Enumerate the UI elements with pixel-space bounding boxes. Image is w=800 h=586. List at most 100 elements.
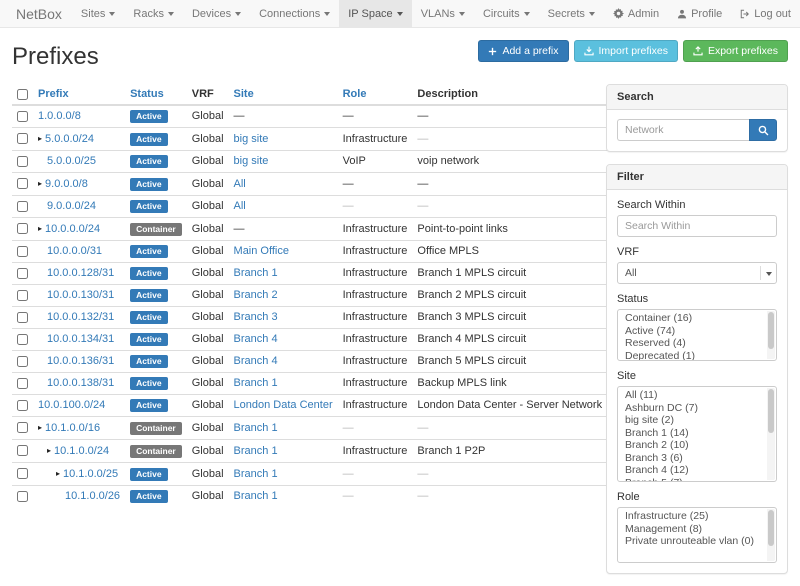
nav-item-circuits[interactable]: Circuits [474, 0, 539, 27]
search-button[interactable] [749, 119, 777, 141]
site-link[interactable]: All [234, 200, 246, 212]
nav-item-sites[interactable]: Sites [72, 0, 124, 27]
sort-link-role[interactable]: Role [343, 88, 367, 100]
site-link[interactable]: Branch 1 [234, 422, 278, 434]
add-a-prefix-button[interactable]: Add a prefix [478, 40, 568, 62]
site-link[interactable]: London Data Center [234, 399, 333, 411]
prefix-cell: 10.1.0.0/26 [33, 486, 125, 508]
site-listbox[interactable]: All (11)Ashburn DC (7)big site (2)Branch… [617, 386, 777, 482]
prefix-link[interactable]: 10.0.0.128/31 [47, 267, 114, 279]
row-checkbox[interactable] [17, 378, 28, 389]
row-checkbox[interactable] [17, 201, 28, 212]
site-link[interactable]: Branch 1 [234, 267, 278, 279]
prefix-link[interactable]: 1.0.0.0/8 [38, 110, 81, 122]
prefix-link[interactable]: 10.0.0.136/31 [47, 355, 114, 367]
prefix-link[interactable]: 10.0.0.0/24 [45, 223, 100, 235]
row-checkbox[interactable] [17, 290, 28, 301]
row-checkbox[interactable] [17, 334, 28, 345]
scrollbar[interactable] [767, 388, 775, 480]
nav-item-admin[interactable]: Admin [604, 0, 668, 27]
prefix-link[interactable]: 10.0.0.138/31 [47, 377, 114, 389]
scrollbar[interactable] [767, 509, 775, 561]
prefix-link[interactable]: 5.0.0.0/24 [45, 133, 94, 145]
scrollbar-thumb[interactable] [768, 312, 774, 349]
scrollbar-thumb[interactable] [768, 389, 774, 433]
nav-item-ip-space[interactable]: IP Space [339, 0, 411, 27]
status-option[interactable]: Reserved (4) [625, 338, 764, 351]
scrollbar-thumb[interactable] [768, 510, 774, 546]
empty-value: — [417, 422, 428, 434]
site-link[interactable]: Branch 1 [234, 490, 278, 502]
prefix-cell: 10.0.0.134/31 [33, 329, 125, 351]
row-checkbox[interactable] [17, 178, 28, 189]
status-option[interactable]: Container (16) [625, 313, 764, 326]
site-link[interactable]: Branch 1 [234, 445, 278, 457]
prefix-link[interactable]: 10.0.100.0/24 [38, 399, 105, 411]
row-checkbox[interactable] [17, 223, 28, 234]
site-link[interactable]: Branch 3 [234, 311, 278, 323]
row-checkbox[interactable] [17, 468, 28, 479]
row-checkbox[interactable] [17, 312, 28, 323]
sort-link-prefix[interactable]: Prefix [38, 88, 69, 100]
row-checkbox[interactable] [17, 268, 28, 279]
row-checkbox[interactable] [17, 422, 28, 433]
row-checkbox[interactable] [17, 356, 28, 367]
prefix-link[interactable]: 10.1.0.0/25 [63, 468, 118, 480]
row-checkbox[interactable] [17, 491, 28, 502]
site-link[interactable]: Branch 2 [234, 289, 278, 301]
nav-item-racks[interactable]: Racks [124, 0, 183, 27]
prefix-link[interactable]: 10.0.0.130/31 [47, 289, 114, 301]
nav-item-secrets[interactable]: Secrets [539, 0, 604, 27]
sort-link-site[interactable]: Site [234, 88, 254, 100]
prefix-link[interactable]: 10.0.0.132/31 [47, 311, 114, 323]
select-all-checkbox[interactable] [17, 89, 28, 100]
scrollbar[interactable] [767, 311, 775, 359]
prefix-link[interactable]: 10.1.0.0/24 [54, 445, 109, 457]
nav-item-log-out[interactable]: Log out [731, 0, 800, 27]
site-option[interactable]: Branch 2 (10) [625, 440, 764, 453]
prefix-link[interactable]: 9.0.0.0/8 [45, 178, 88, 190]
site-link[interactable]: Branch 4 [234, 333, 278, 345]
row-checkbox[interactable] [17, 445, 28, 456]
site-link[interactable]: Branch 1 [234, 377, 278, 389]
prefix-link[interactable]: 9.0.0.0/24 [47, 200, 96, 212]
export-prefixes-button[interactable]: Export prefixes [683, 40, 788, 62]
role-listbox[interactable]: Infrastructure (25)Management (8)Private… [617, 507, 777, 563]
vrf-select[interactable]: All [617, 262, 777, 284]
import-icon [584, 46, 594, 56]
nav-item-devices[interactable]: Devices [183, 0, 250, 27]
site-link[interactable]: big site [234, 155, 269, 167]
search-within-input[interactable] [617, 215, 777, 237]
site-link[interactable]: Branch 4 [234, 355, 278, 367]
sort-link-status[interactable]: Status [130, 88, 164, 100]
prefix-link[interactable]: 5.0.0.0/25 [47, 155, 96, 167]
role-option[interactable]: Infrastructure (25) [625, 511, 764, 524]
status-option[interactable]: Deprecated (1) [625, 351, 764, 362]
brand-link[interactable]: NetBox [6, 0, 72, 27]
site-option[interactable]: Branch 4 (12) [625, 465, 764, 478]
prefix-link[interactable]: 10.1.0.0/26 [65, 490, 120, 502]
site-option[interactable]: Branch 5 (7) [625, 478, 764, 483]
role-option[interactable]: Management (8) [625, 524, 764, 537]
prefix-link[interactable]: 10.1.0.0/16 [45, 422, 100, 434]
row-checkbox[interactable] [17, 246, 28, 257]
search-input[interactable] [617, 119, 749, 141]
site-link[interactable]: Branch 1 [234, 468, 278, 480]
site-link[interactable]: Main Office [234, 245, 289, 257]
prefix-link[interactable]: 10.0.0.134/31 [47, 333, 114, 345]
row-checkbox[interactable] [17, 156, 28, 167]
row-checkbox[interactable] [17, 400, 28, 411]
site-link[interactable]: big site [234, 133, 269, 145]
site-option[interactable]: All (11) [625, 390, 764, 403]
nav-item-vlans[interactable]: VLANs [412, 0, 474, 27]
nav-item-profile[interactable]: Profile [668, 0, 731, 27]
role-option[interactable]: Private unrouteable vlan (0) [625, 536, 764, 549]
import-prefixes-button[interactable]: Import prefixes [574, 40, 678, 62]
status-listbox[interactable]: Container (16)Active (74)Reserved (4)Dep… [617, 309, 777, 361]
prefix-link[interactable]: 10.0.0.0/31 [47, 245, 102, 257]
nav-item-connections[interactable]: Connections [250, 0, 339, 27]
row-checkbox[interactable] [17, 133, 28, 144]
site-option[interactable]: big site (2) [625, 415, 764, 428]
site-link[interactable]: All [234, 178, 246, 190]
row-checkbox[interactable] [17, 111, 28, 122]
